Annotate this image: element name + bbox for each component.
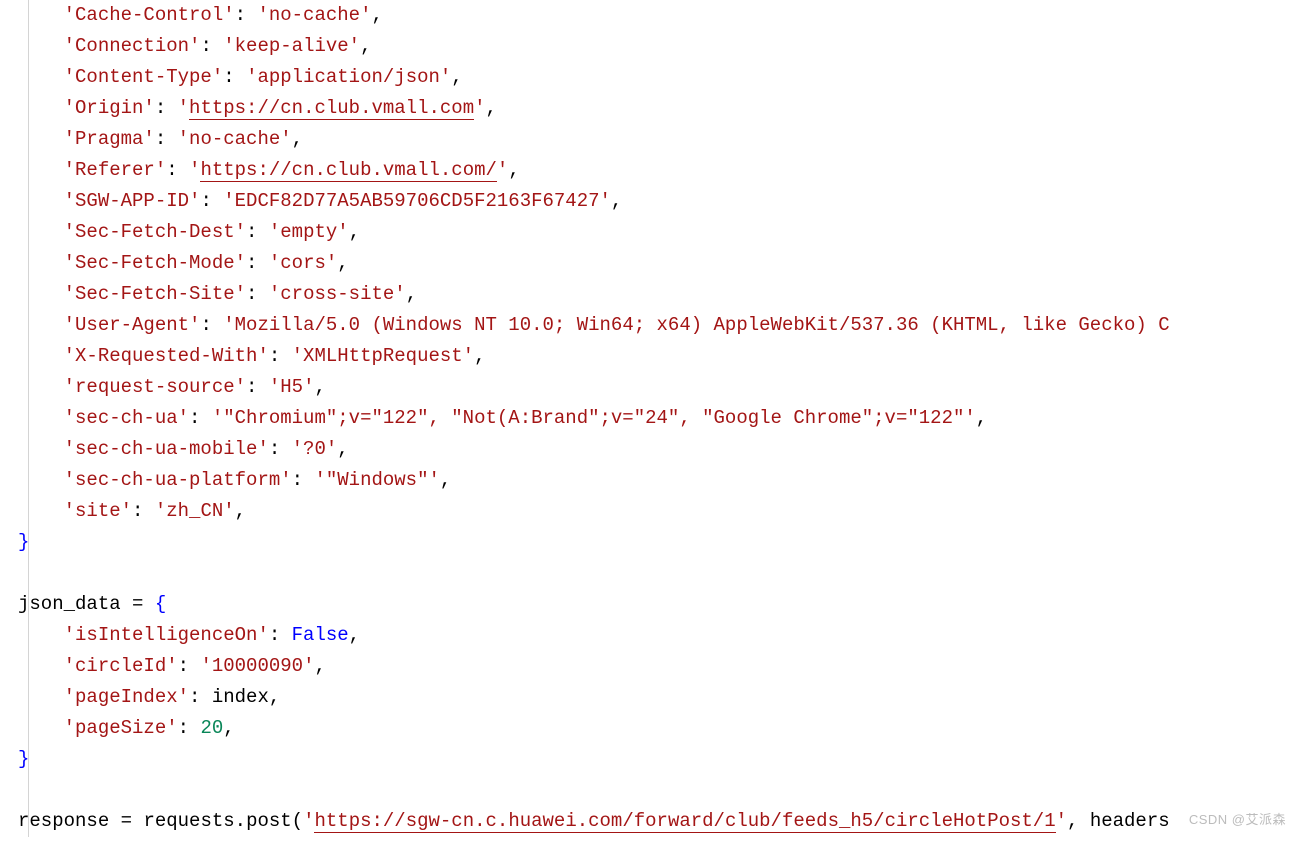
watermark: CSDN @艾派森 [1189, 804, 1286, 835]
code-block: 'Cache-Control': 'no-cache', 'Connection… [0, 0, 1296, 837]
